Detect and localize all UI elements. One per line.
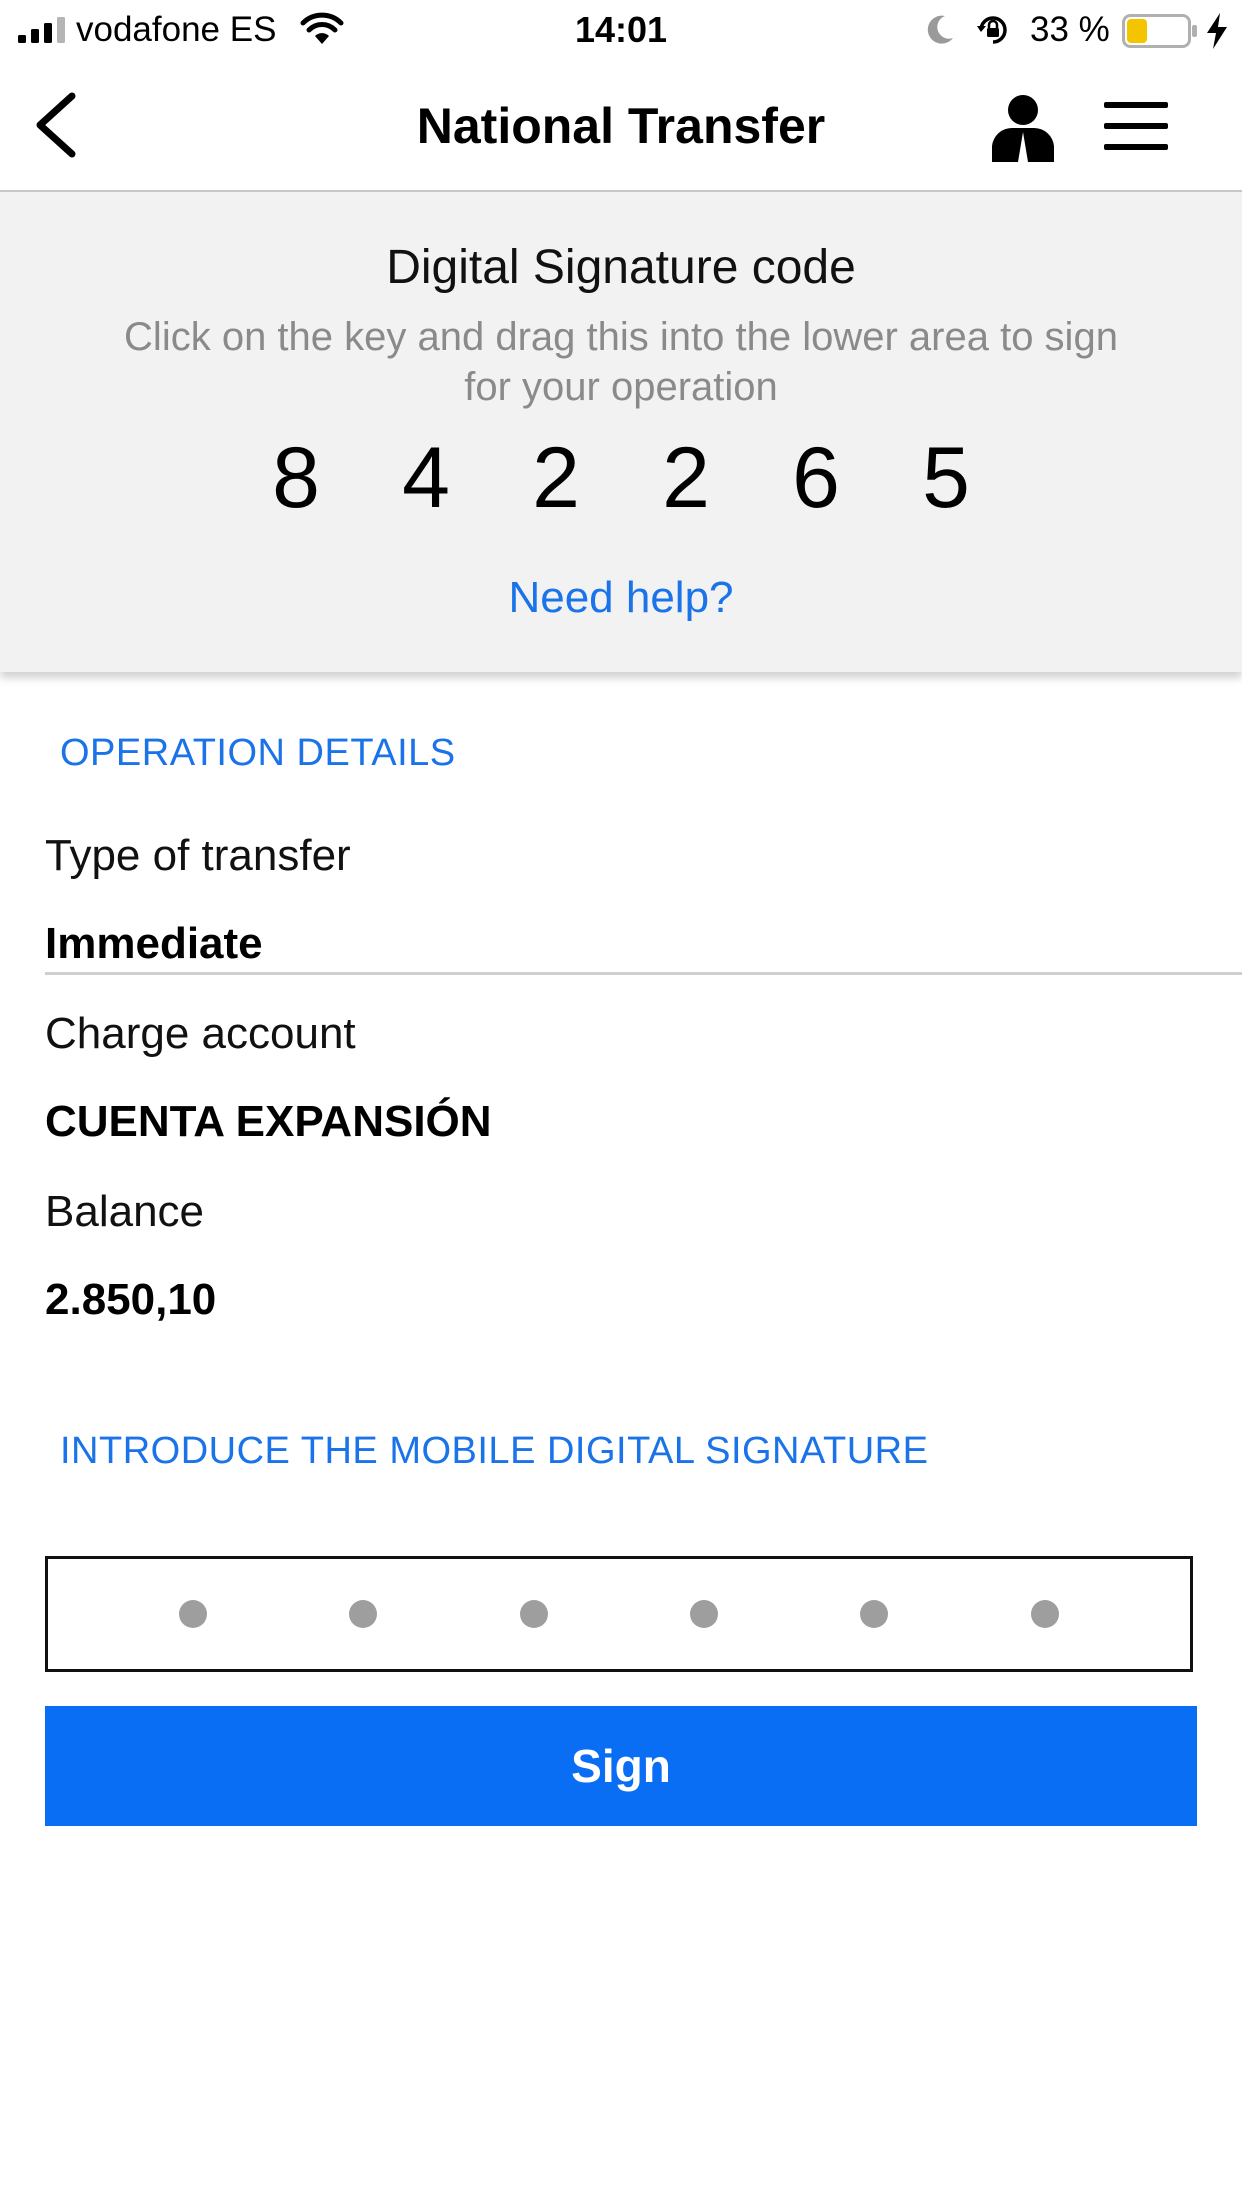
signature-code-instructions: Click on the key and drag this into the … [124,315,1118,409]
battery-percentage: 33 % [1030,10,1110,49]
divider [45,972,1242,975]
code-digit-key[interactable]: 2 [621,428,751,528]
signature-slot-dot [1030,1600,1059,1628]
signature-slot-dot [179,1600,208,1628]
signature-slot-dot [519,1600,548,1628]
code-digit-key[interactable]: 2 [491,428,621,528]
balance-value: 2.850,10 [45,1275,217,1324]
signature-slot-dot [349,1600,378,1628]
operation-details-heading: OPERATION DETAILS [60,732,456,774]
charge-account-label: Charge account [45,1009,356,1058]
signature-drop-area[interactable] [45,1556,1193,1672]
code-digit-key[interactable]: 8 [231,428,361,528]
navigation-bar: National Transfer [0,62,1242,192]
signature-slot-dot [860,1600,889,1628]
rotation-lock-icon [977,16,1007,44]
signature-code-title: Digital Signature code [386,241,856,294]
balance-label: Balance [45,1187,205,1236]
signature-slot-dot [690,1600,719,1628]
code-digit-key[interactable]: 4 [361,428,491,528]
battery-icon [1122,14,1197,48]
code-digit-key[interactable]: 6 [751,428,881,528]
user-icon[interactable] [988,92,1058,162]
signature-code-panel: Digital Signature code Click on the key … [0,192,1242,672]
transfer-type-value: Immediate [45,919,263,968]
need-help-link[interactable]: Need help? [0,572,1242,624]
transfer-type-label: Type of transfer [45,831,351,880]
sign-button[interactable]: Sign [45,1706,1197,1826]
signature-code-digits: 8 4 2 2 6 5 [0,428,1242,528]
charging-bolt-icon [1207,13,1227,49]
mobile-signature-heading: INTRODUCE THE MOBILE DIGITAL SIGNATURE [60,1430,929,1472]
charge-account-value: CUENTA EXPANSIÓN [45,1097,492,1146]
status-bar: vodafone ES 14:01 33 % [0,0,1242,62]
code-digit-key[interactable]: 5 [881,428,1011,528]
do-not-disturb-moon-icon [927,15,953,44]
hamburger-menu-icon[interactable] [1100,98,1172,154]
